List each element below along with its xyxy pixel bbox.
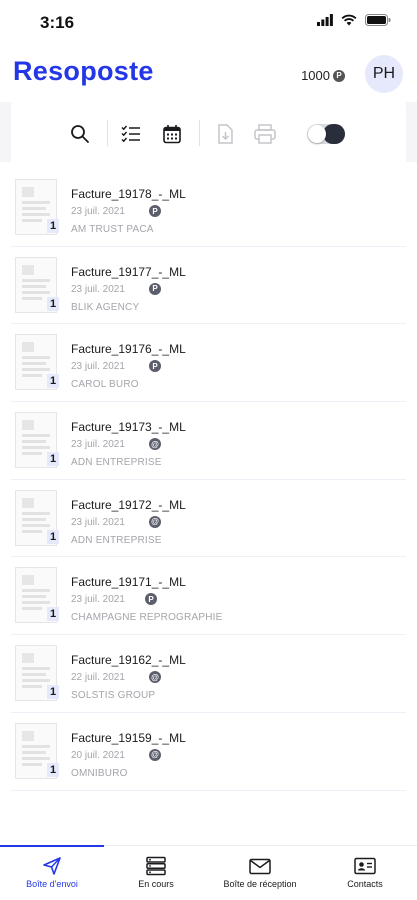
page-count-badge: 1	[47, 529, 59, 544]
document-date: 23 juil. 2021	[71, 206, 125, 217]
tab-label: Boîte d'envoi	[26, 879, 78, 889]
document-title: Facture_19173_-_ML	[71, 420, 186, 435]
calendar-icon	[163, 125, 181, 144]
document-date: 23 juil. 2021	[71, 594, 125, 606]
document-date: 20 juil. 2021	[71, 749, 125, 761]
document-recipient: SOLSTIS GROUP	[71, 690, 156, 702]
checklist-icon	[121, 125, 140, 143]
search-icon	[71, 125, 89, 143]
status-time: 3:16	[40, 13, 75, 32]
wifi-icon	[341, 14, 357, 26]
delivery-status-icon: P	[149, 360, 161, 373]
document-recipient: ADN ENTREPRISE	[71, 534, 162, 546]
tab-label: Boîte de réception	[223, 879, 297, 889]
document-recipient: CAROL BURO	[71, 379, 139, 391]
document-recipient: AM TRUST PACA	[71, 224, 154, 235]
credits-value: 1000	[301, 68, 330, 83]
document-row[interactable]: 1 Facture_19173_-_ML 23 juil. 2021 @ ADN ENT…	[11, 402, 406, 480]
document-title: Facture_19178_-_ML	[71, 187, 186, 201]
document-row[interactable]: 1 Facture_19172_-_ML 23 juil. 2021 @ ADN ENT…	[11, 480, 406, 558]
toggle-track-active	[323, 124, 345, 144]
delivery-status-icon: @	[149, 515, 161, 528]
toolbar-divider	[107, 120, 108, 146]
app-header: Resoposte 1000 P PH	[0, 44, 417, 102]
document-recipient: BLIK AGENCY	[71, 301, 140, 313]
date-filter-button[interactable]	[160, 122, 184, 146]
tab-label: En cours	[138, 879, 174, 889]
tab-contacts[interactable]: Contacts	[313, 846, 417, 900]
status-icons	[317, 14, 391, 26]
document-date: 23 juil. 2021	[71, 516, 125, 528]
search-button[interactable]	[68, 122, 92, 146]
document-row[interactable]: 1 Facture_19176_-_ML 23 juil. 2021 P CAROL B…	[11, 324, 406, 403]
tab-outbox[interactable]: Boîte d'envoi	[0, 846, 104, 900]
page-count-badge: 1	[47, 452, 59, 467]
toolbar	[11, 100, 406, 166]
toggle-switch[interactable]	[307, 124, 345, 144]
battery-icon	[365, 14, 391, 26]
document-date: 23 juil. 2021	[71, 283, 125, 295]
signal-icon	[317, 14, 333, 26]
contact-card-icon	[354, 857, 376, 875]
printer-icon	[254, 124, 276, 144]
document-row[interactable]: 1 Facture_19178_-_ML 23 juil. 2021 P AM TRUS…	[11, 169, 406, 247]
tab-bar: Boîte d'envoi En cours Boîte de réceptio…	[0, 845, 417, 900]
page-count-badge: 1	[47, 374, 59, 389]
tab-inbox[interactable]: Boîte de réception	[208, 846, 312, 900]
document-recipient: CHAMPAGNE REPROGRAPHIE	[71, 612, 223, 624]
document-title: Facture_19171_-_ML	[71, 575, 186, 590]
page-count-badge: 1	[47, 762, 59, 777]
page-count-badge: 1	[47, 685, 59, 700]
credits-balance[interactable]: 1000 P	[301, 68, 345, 83]
delivery-status-icon: P	[145, 593, 157, 606]
download-file-icon	[218, 124, 233, 144]
document-row[interactable]: 1 Facture_19162_-_ML 22 juil. 2021 @ SOLSTIS…	[11, 635, 406, 713]
tab-in-progress[interactable]: En cours	[104, 846, 208, 900]
page-count-badge: 1	[47, 219, 59, 233]
status-bar: 3:16	[0, 0, 417, 44]
page-count-badge: 1	[47, 607, 59, 622]
document-title: Facture_19172_-_ML	[71, 497, 186, 512]
toggle-knob	[308, 125, 326, 143]
credit-coin-icon: P	[333, 69, 345, 82]
document-recipient: OMNIBURO	[71, 767, 128, 779]
print-button[interactable]	[253, 122, 277, 146]
document-date: 23 juil. 2021	[71, 361, 125, 373]
delivery-status-icon: @	[149, 438, 161, 451]
delivery-status-icon: @	[149, 748, 161, 761]
avatar[interactable]: PH	[365, 55, 403, 93]
page-count-badge: 1	[47, 296, 59, 311]
document-date: 23 juil. 2021	[71, 439, 125, 451]
send-icon	[43, 857, 61, 875]
document-date: 22 juil. 2021	[71, 672, 125, 684]
document-title: Facture_19159_-_ML	[71, 730, 186, 745]
download-button[interactable]	[213, 122, 237, 146]
server-icon	[146, 856, 166, 876]
delivery-status-icon: P	[149, 282, 161, 295]
brand-logo: Resoposte	[13, 56, 154, 86]
toolbar-divider	[199, 120, 200, 146]
select-button[interactable]	[119, 122, 143, 146]
document-title: Facture_19176_-_ML	[71, 342, 186, 357]
delivery-status-icon: @	[149, 671, 161, 684]
document-list: 1 Facture_19178_-_ML 23 juil. 2021 P AM TRUS…	[11, 169, 406, 791]
document-row[interactable]: 1 Facture_19159_-_ML 20 juil. 2021 @ OMNIBUR…	[11, 713, 406, 791]
delivery-status-icon: P	[149, 205, 161, 217]
document-title: Facture_19177_-_ML	[71, 264, 186, 279]
document-row[interactable]: 1 Facture_19171_-_ML 23 juil. 2021 P CHAMPAG…	[11, 557, 406, 636]
document-recipient: ADN ENTREPRISE	[71, 457, 162, 469]
document-row[interactable]: 1 Facture_19177_-_ML 23 juil. 2021 P BLIK AG…	[11, 247, 406, 325]
document-title: Facture_19162_-_ML	[71, 653, 186, 668]
tab-label: Contacts	[347, 879, 383, 889]
envelope-icon	[249, 858, 271, 875]
